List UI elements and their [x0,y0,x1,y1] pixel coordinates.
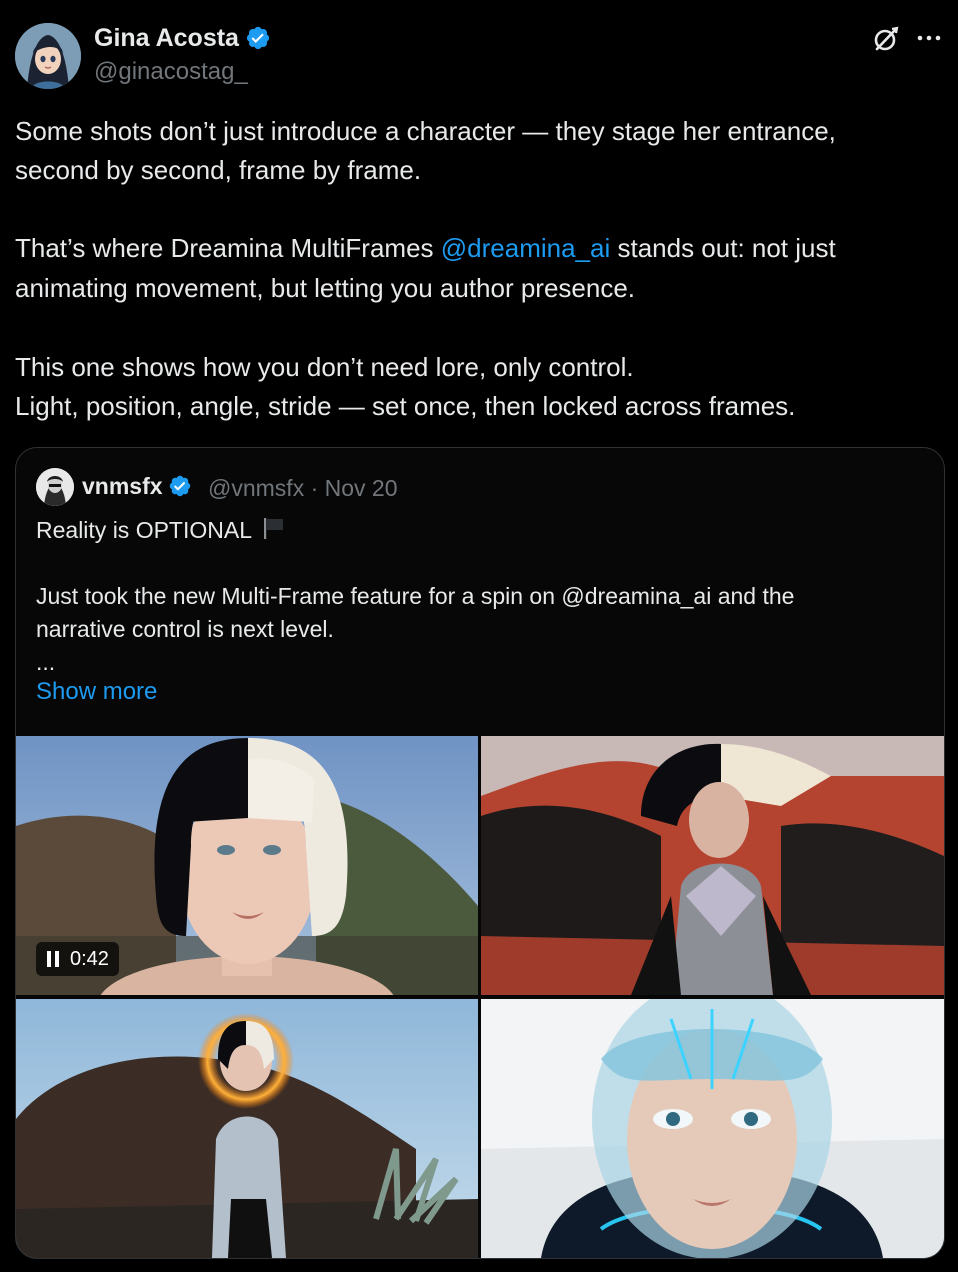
quoted-text-ellipsis: ... [36,649,56,675]
show-more-link[interactable]: Show more [36,678,157,706]
verified-badge-icon [245,25,271,51]
quoted-text-line-3: narrative control is next level. [36,616,334,642]
tweet-text-line-4: animating movement, but letting you auth… [15,273,636,303]
quoted-text-line-2: Just took the new Multi-Frame feature fo… [36,583,795,609]
video-duration-badge[interactable]: 0:42 [36,942,119,976]
media-image-4[interactable] [481,999,944,1258]
quoted-author-name[interactable]: vnmsfx [82,473,192,500]
quoted-author-avatar[interactable] [36,468,74,506]
quoted-handle-and-date[interactable]: @vnmsfx · Nov 20 [208,475,398,502]
media-image-2[interactable] [481,736,944,995]
quoted-text-segment: Reality is OPTIONAL [36,517,252,543]
author-name-text[interactable]: Gina Acosta [94,24,239,52]
black-flag-icon [260,515,286,550]
media-image-3[interactable] [16,999,478,1258]
tweet-text-segment: stands out: not just [610,233,836,263]
tweet-text-line-6: Light, position, angle, stride — set onc… [15,391,796,421]
mention-link[interactable]: @dreamina_ai [441,233,610,263]
tweet-text-segment: That’s where Dreamina MultiFrames [15,233,441,263]
author-handle[interactable]: @ginacostag_ [94,58,248,86]
author-name[interactable]: Gina Acosta [94,24,271,53]
tweet-text-line-5: This one shows how you don’t need lore, … [15,352,634,382]
author-avatar[interactable] [15,23,81,89]
pause-icon[interactable] [46,950,60,968]
quoted-author-name-text[interactable]: vnmsfx [82,473,163,499]
media-video-thumbnail[interactable]: 0:42 [16,736,478,995]
quoted-text-line-1: Reality is OPTIONAL [36,514,916,550]
grok-icon[interactable] [872,25,900,53]
tweet-text-line-2: second by second, frame by frame. [15,155,422,185]
verified-badge-icon [168,474,192,498]
video-duration: 0:42 [70,948,109,970]
quoted-tweet-card[interactable]: vnmsfx @vnmsfx · Nov 20 Reality is OPTIO… [15,447,945,1259]
tweet-text-line-3: That’s where Dreamina MultiFrames @dream… [15,229,943,269]
more-icon[interactable] [914,24,944,52]
tweet-text-line-1: Some shots don’t just introduce a charac… [15,116,836,146]
